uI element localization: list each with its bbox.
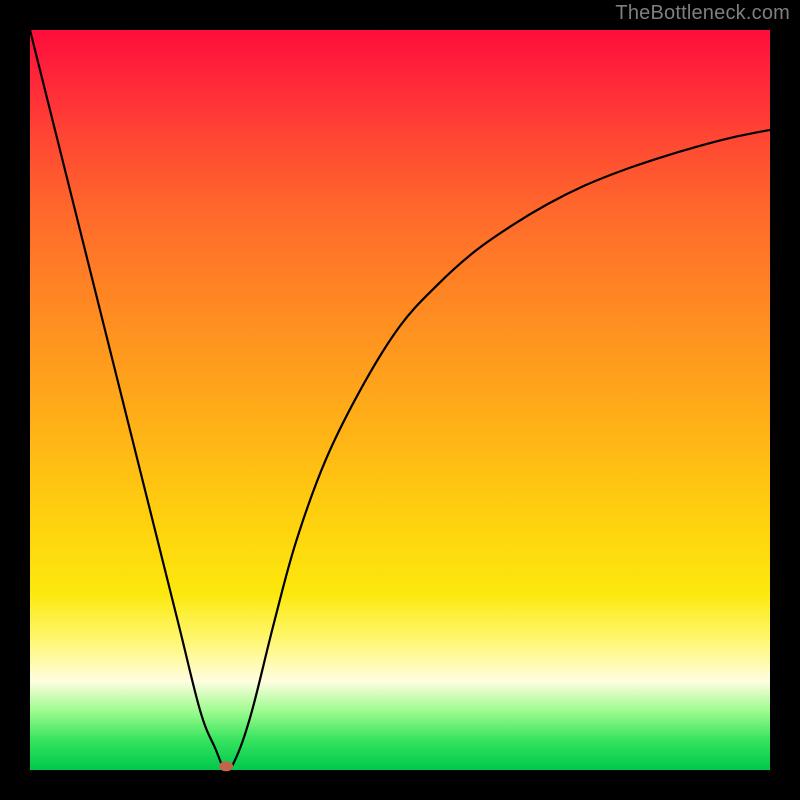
bottleneck-curve bbox=[30, 30, 770, 770]
plot-area bbox=[30, 30, 770, 770]
curve-layer bbox=[30, 30, 770, 770]
watermark-text: TheBottleneck.com bbox=[615, 2, 790, 25]
chart-frame: TheBottleneck.com bbox=[0, 0, 800, 800]
minimum-marker bbox=[219, 761, 233, 771]
